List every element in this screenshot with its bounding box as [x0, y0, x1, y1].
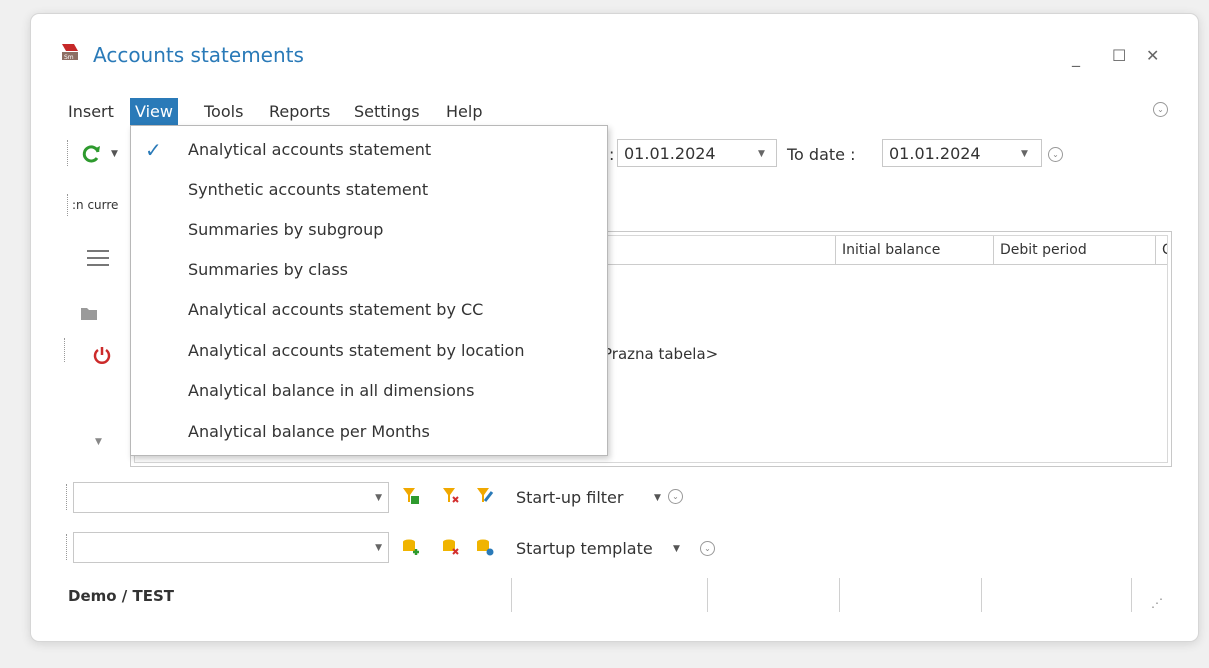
power-icon[interactable]: [92, 345, 112, 365]
view-menu-item-by-cc[interactable]: Analytical accounts statement by CC: [131, 290, 607, 330]
refresh-icon[interactable]: [80, 143, 102, 165]
status-separator: [839, 578, 840, 612]
side-grip[interactable]: [64, 338, 65, 362]
status-separator: [511, 578, 512, 612]
column-credit-period[interactable]: C: [1155, 236, 1167, 264]
from-date-field[interactable]: 01.01.2024 ▼: [617, 139, 777, 167]
close-button[interactable]: ✕: [1146, 48, 1159, 64]
to-date-label: To date :: [787, 145, 856, 164]
menu-tools[interactable]: Tools: [199, 98, 248, 126]
template-options-icon[interactable]: ⌄: [700, 541, 715, 556]
to-date-value: 01.01.2024: [889, 144, 981, 163]
side-dropdown-arrow-icon[interactable]: ▼: [95, 437, 102, 447]
menu-reports[interactable]: Reports: [264, 98, 335, 126]
template-remove-icon[interactable]: [442, 538, 460, 556]
view-menu-item-by-location[interactable]: Analytical accounts statement by locatio…: [131, 331, 607, 371]
maximize-button[interactable]: ☐: [1112, 48, 1126, 64]
grid-empty-text: Prazna tabela>: [603, 345, 719, 363]
template-settings-icon[interactable]: [476, 538, 494, 556]
refresh-dropdown-arrow-icon[interactable]: ▼: [111, 149, 118, 159]
status-separator: [1131, 578, 1132, 612]
resize-grip-icon[interactable]: ⋰: [1151, 596, 1163, 610]
status-company-label: Demo / TEST: [68, 587, 174, 605]
currency-label: :n curre: [72, 198, 119, 212]
status-separator: [981, 578, 982, 612]
filter-edit-icon[interactable]: [476, 487, 494, 505]
view-menu-item-all-dimensions[interactable]: Analytical balance in all dimensions: [131, 371, 607, 411]
toolbar-options-icon[interactable]: ⌄: [1048, 147, 1063, 162]
checkmark-icon: ✓: [145, 138, 162, 162]
template-combo-arrow-icon[interactable]: ▼: [375, 543, 382, 553]
startup-filter-arrow-icon[interactable]: ▼: [654, 493, 661, 503]
menu-insert[interactable]: Insert: [63, 98, 119, 126]
menu-settings[interactable]: Settings: [349, 98, 425, 126]
folder-icon[interactable]: [80, 305, 98, 321]
template-combo[interactable]: ▼: [73, 532, 389, 563]
menu-help[interactable]: Help: [441, 98, 487, 126]
startup-template-arrow-icon[interactable]: ▼: [673, 544, 680, 554]
filter-combo-arrow-icon[interactable]: ▼: [375, 493, 382, 503]
svg-text:Sm: Sm: [64, 54, 74, 61]
window-title: Accounts statements: [93, 43, 304, 67]
filter-grip[interactable]: [66, 484, 67, 510]
view-menu-item-synthetic[interactable]: Synthetic accounts statement: [131, 170, 607, 210]
app-logo-icon: Sm: [62, 44, 78, 61]
toolbar-grip-2[interactable]: [67, 194, 68, 216]
view-menu-item-subgroup[interactable]: Summaries by subgroup: [131, 210, 607, 250]
view-menu-item-per-months[interactable]: Analytical balance per Months: [131, 412, 607, 452]
from-date-dropdown-icon[interactable]: ▼: [758, 140, 765, 168]
hamburger-menu-icon[interactable]: [87, 250, 109, 266]
startup-template-label[interactable]: Startup template: [516, 539, 653, 558]
template-grip[interactable]: [66, 534, 67, 560]
filter-apply-icon[interactable]: [402, 487, 420, 505]
filter-options-icon[interactable]: ⌄: [668, 489, 683, 504]
filter-remove-icon[interactable]: [442, 487, 460, 505]
to-date-dropdown-icon[interactable]: ▼: [1021, 140, 1028, 168]
view-menu-item-class[interactable]: Summaries by class: [131, 250, 607, 290]
template-add-icon[interactable]: [402, 538, 420, 556]
toolbar-grip[interactable]: [67, 140, 68, 166]
column-debit-period[interactable]: Debit period: [993, 236, 1155, 264]
menu-view[interactable]: View: [130, 98, 178, 126]
from-date-separator: :: [609, 145, 615, 164]
filter-combo[interactable]: ▼: [73, 482, 389, 513]
status-separator: [707, 578, 708, 612]
column-initial-balance[interactable]: Initial balance: [835, 236, 993, 264]
view-menu-item-analytical[interactable]: ✓ Analytical accounts statement: [131, 130, 607, 170]
startup-filter-label[interactable]: Start-up filter: [516, 488, 623, 507]
from-date-value: 01.01.2024: [624, 144, 716, 163]
view-menu-dropdown: ✓ Analytical accounts statement Syntheti…: [130, 125, 608, 456]
to-date-field[interactable]: 01.01.2024 ▼: [882, 139, 1042, 167]
menubar-collapse-icon[interactable]: ⌄: [1153, 102, 1168, 117]
minimize-button[interactable]: _: [1072, 50, 1080, 66]
